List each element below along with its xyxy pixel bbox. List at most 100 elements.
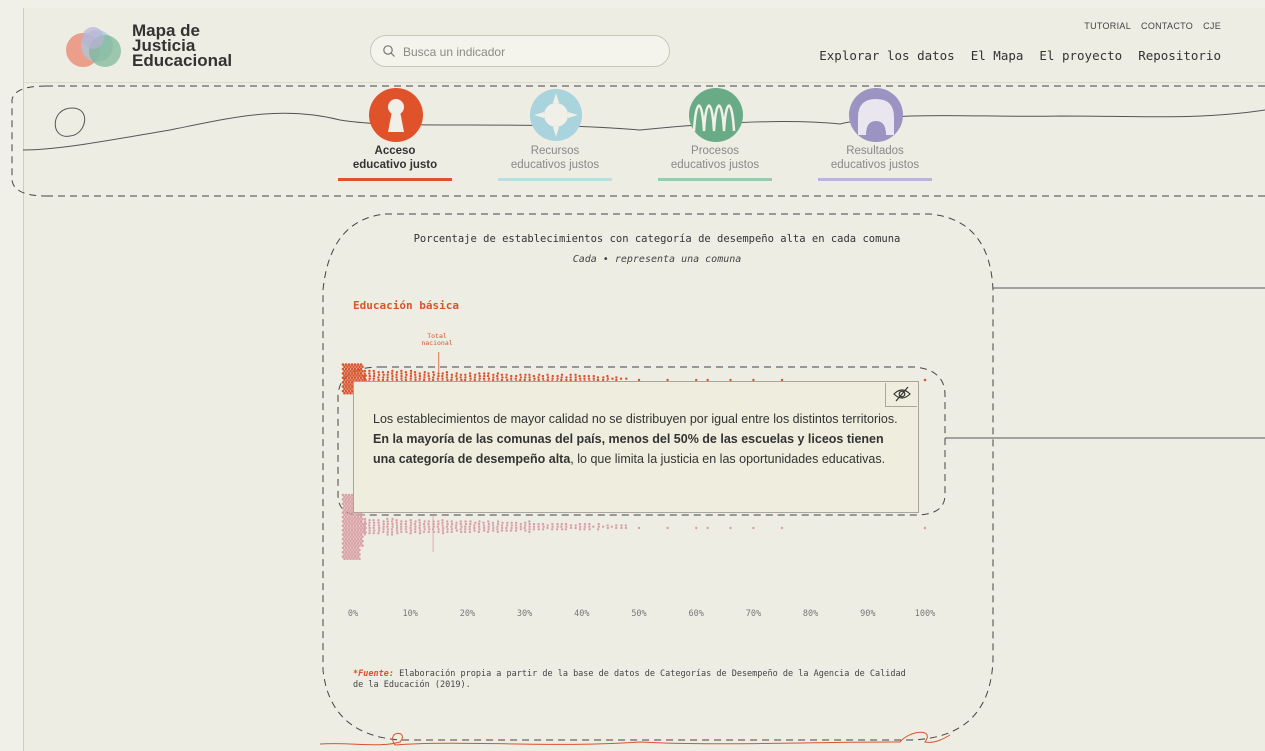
- comuna-dot[interactable]: [349, 526, 352, 530]
- comuna-dot[interactable]: [423, 376, 426, 379]
- comuna-dot[interactable]: [356, 515, 360, 519]
- comuna-dot[interactable]: [418, 374, 422, 378]
- comuna-dot[interactable]: [574, 373, 577, 376]
- comuna-dot[interactable]: [496, 528, 499, 531]
- comuna-dot[interactable]: [341, 389, 345, 393]
- comuna-dot[interactable]: [341, 546, 345, 550]
- comuna-dot[interactable]: [528, 373, 531, 376]
- comuna-dot[interactable]: [532, 522, 536, 526]
- comuna-dot[interactable]: [346, 517, 349, 521]
- comuna-dot[interactable]: [349, 539, 352, 543]
- comuna-dot[interactable]: [523, 524, 527, 527]
- comuna-dot[interactable]: [578, 374, 581, 378]
- comuna-dot[interactable]: [355, 522, 358, 525]
- comuna-dot[interactable]: [361, 517, 364, 521]
- comuna-dot[interactable]: [441, 521, 444, 524]
- comuna-dot[interactable]: [341, 524, 345, 528]
- comuna-dot[interactable]: [537, 376, 540, 379]
- comuna-dot[interactable]: [356, 542, 360, 545]
- comuna-dot[interactable]: [477, 525, 481, 528]
- comuna-dot[interactable]: [533, 377, 536, 380]
- comuna-dot[interactable]: [478, 528, 481, 531]
- comuna-dot[interactable]: [355, 531, 358, 534]
- comuna-dot[interactable]: [588, 522, 591, 526]
- comuna-dot[interactable]: [346, 539, 349, 543]
- comuna-dot[interactable]: [441, 529, 445, 532]
- comuna-dot[interactable]: [344, 555, 348, 558]
- comuna-dot[interactable]: [445, 520, 449, 523]
- comuna-dot[interactable]: [450, 528, 454, 531]
- comuna-dot[interactable]: [347, 533, 351, 536]
- comuna-dot[interactable]: [347, 528, 351, 532]
- comuna-dot[interactable]: [386, 520, 389, 523]
- comuna-dot[interactable]: [343, 544, 346, 547]
- comuna-dot[interactable]: [343, 391, 346, 395]
- comuna-dot[interactable]: [427, 374, 430, 378]
- comuna-dot[interactable]: [437, 530, 440, 534]
- comuna-dot[interactable]: [368, 526, 371, 530]
- comuna-dot[interactable]: [532, 528, 536, 531]
- comuna-dot[interactable]: [414, 376, 417, 379]
- comuna-dot[interactable]: [495, 374, 499, 378]
- comuna-dot[interactable]: [341, 506, 345, 510]
- comuna-dot[interactable]: [390, 533, 394, 536]
- comuna-dot[interactable]: [455, 529, 459, 532]
- comuna-dot[interactable]: [355, 539, 358, 543]
- comuna-dot[interactable]: [464, 525, 467, 528]
- comuna-dot[interactable]: [418, 521, 422, 524]
- comuna-dot[interactable]: [352, 369, 355, 373]
- comuna-dot[interactable]: [450, 525, 453, 528]
- comuna-dot[interactable]: [349, 369, 352, 373]
- comuna-dot[interactable]: [377, 526, 381, 530]
- comuna-dot[interactable]: [349, 548, 352, 552]
- comuna-dot[interactable]: [441, 372, 444, 375]
- comuna-dot[interactable]: [359, 520, 363, 523]
- comuna-dot[interactable]: [428, 377, 431, 380]
- comuna-dot[interactable]: [346, 509, 349, 512]
- comuna-dot[interactable]: [400, 520, 403, 523]
- comuna-dot[interactable]: [395, 519, 398, 522]
- comuna-dot[interactable]: [441, 374, 444, 378]
- comuna-dot[interactable]: [349, 531, 352, 534]
- comuna-dot[interactable]: [372, 526, 375, 530]
- comuna-dot[interactable]: [386, 525, 389, 528]
- comuna-dot[interactable]: [519, 525, 522, 528]
- comuna-dot[interactable]: [418, 529, 422, 532]
- comuna-dot[interactable]: [382, 373, 385, 376]
- comuna-dot[interactable]: [602, 376, 605, 379]
- comuna-dot[interactable]: [555, 528, 559, 531]
- comuna-dot[interactable]: [341, 385, 345, 388]
- comuna-dot[interactable]: [514, 374, 518, 378]
- comuna-dot[interactable]: [346, 383, 349, 386]
- comuna-dot[interactable]: [356, 520, 360, 523]
- comuna-dot[interactable]: [592, 374, 595, 378]
- comuna-dot[interactable]: [390, 528, 394, 531]
- comuna-dot[interactable]: [352, 548, 355, 552]
- comuna-dot[interactable]: [344, 380, 348, 384]
- comuna-dot[interactable]: [356, 533, 360, 536]
- comuna-dot[interactable]: [346, 387, 349, 391]
- comuna-dot[interactable]: [355, 548, 358, 552]
- comuna-dot[interactable]: [510, 524, 514, 527]
- comuna-dot[interactable]: [454, 526, 458, 530]
- comuna-dot[interactable]: [445, 525, 449, 528]
- comuna-dot[interactable]: [368, 521, 371, 524]
- comuna-dot[interactable]: [565, 376, 568, 379]
- comuna-dot[interactable]: [341, 555, 345, 558]
- comuna-dot[interactable]: [344, 376, 348, 380]
- comuna-dot[interactable]: [564, 528, 568, 531]
- comuna-dot[interactable]: [450, 373, 454, 376]
- comuna-dot[interactable]: [347, 515, 351, 519]
- comuna-dot[interactable]: [496, 520, 500, 523]
- comuna-dot[interactable]: [355, 544, 358, 547]
- comuna-dot[interactable]: [355, 526, 358, 530]
- comuna-dot[interactable]: [350, 555, 354, 558]
- comuna-dot[interactable]: [355, 365, 358, 369]
- comuna-dot[interactable]: [427, 520, 430, 523]
- comuna-dot[interactable]: [532, 525, 536, 528]
- comuna-dot[interactable]: [610, 525, 613, 528]
- comuna-dot[interactable]: [574, 376, 577, 379]
- comuna-dot[interactable]: [637, 526, 641, 530]
- comuna-dot[interactable]: [487, 522, 491, 526]
- comuna-dot[interactable]: [344, 528, 348, 532]
